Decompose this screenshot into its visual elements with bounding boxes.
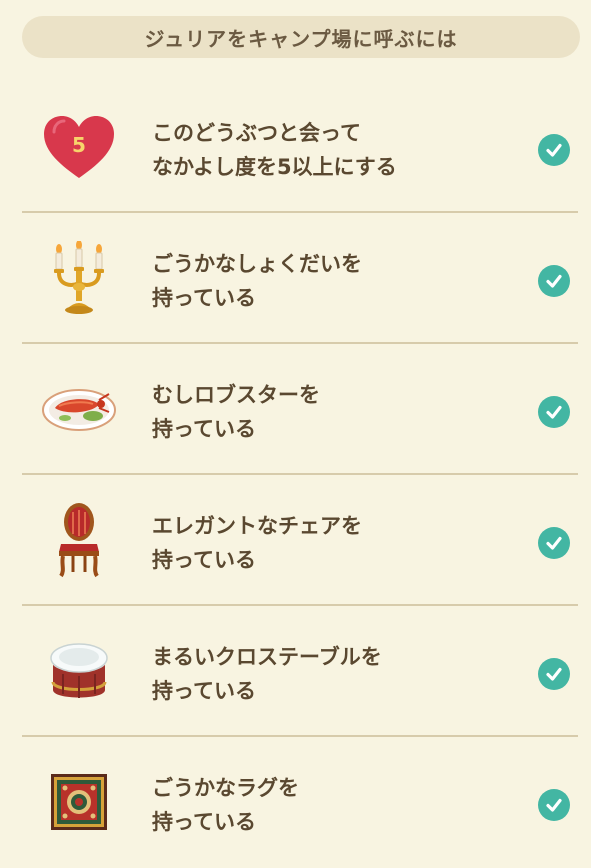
- requirement-line-1: このどうぶつと会って: [152, 121, 361, 145]
- requirement-item-table: まるいクロステーブルを 持っている: [22, 606, 578, 737]
- requirement-line-2: 持っている: [152, 417, 256, 441]
- requirement-item-chair: エレガントなチェアを 持っている: [22, 475, 578, 606]
- requirement-line-2: 持っている: [152, 679, 256, 703]
- requirement-line-1: ごうかなしょくだいを: [152, 252, 362, 276]
- requirement-item-lobster: むしロブスターを 持っている: [22, 344, 578, 475]
- elegant-chair-icon: [40, 501, 118, 579]
- checkmark-icon: [538, 658, 570, 690]
- requirement-item-candelabra: ごうかなしょくだいを 持っている: [22, 213, 578, 344]
- header-banner: ジュリアをキャンプ場に呼ぶには: [22, 16, 580, 58]
- requirement-text: エレガントなチェアを 持っている: [152, 509, 522, 577]
- requirement-line-1: エレガントなチェアを: [152, 514, 362, 538]
- requirement-item-friendship: 5 このどうぶつと会って なかよし度を5以上にする: [22, 82, 578, 213]
- round-table-icon: [40, 632, 118, 710]
- requirement-line-2: 持っている: [152, 810, 256, 834]
- rug-icon: [40, 763, 118, 841]
- checkmark-icon: [538, 265, 570, 297]
- requirement-text: まるいクロステーブルを 持っている: [152, 640, 522, 708]
- requirement-line-2: 持っている: [152, 286, 256, 310]
- requirement-text: ごうかなラグを 持っている: [152, 771, 522, 839]
- lobster-dish-icon: [40, 370, 118, 448]
- requirement-line-2: なかよし度を5以上にする: [152, 155, 397, 179]
- checkmark-icon: [538, 527, 570, 559]
- heart-number: 5: [72, 133, 86, 157]
- requirement-list: 5 このどうぶつと会って なかよし度を5以上にする ごうかなしょくだいを 持って…: [22, 82, 578, 868]
- checkmark-icon: [538, 396, 570, 428]
- requirement-item-rug: ごうかなラグを 持っている: [22, 737, 578, 868]
- requirement-line-1: ごうかなラグを: [152, 776, 299, 800]
- requirement-line-2: 持っている: [152, 548, 256, 572]
- candelabra-icon: [40, 239, 118, 317]
- requirement-text: このどうぶつと会って なかよし度を5以上にする: [152, 116, 522, 184]
- page-title: ジュリアをキャンプ場に呼ぶには: [144, 26, 458, 51]
- checkmark-icon: [538, 789, 570, 821]
- requirement-line-1: まるいクロステーブルを: [152, 645, 382, 669]
- requirement-text: むしロブスターを 持っている: [152, 378, 522, 446]
- checkmark-icon: [538, 134, 570, 166]
- requirement-line-1: むしロブスターを: [152, 383, 320, 407]
- heart-icon: 5: [40, 108, 118, 186]
- requirement-text: ごうかなしょくだいを 持っている: [152, 247, 522, 315]
